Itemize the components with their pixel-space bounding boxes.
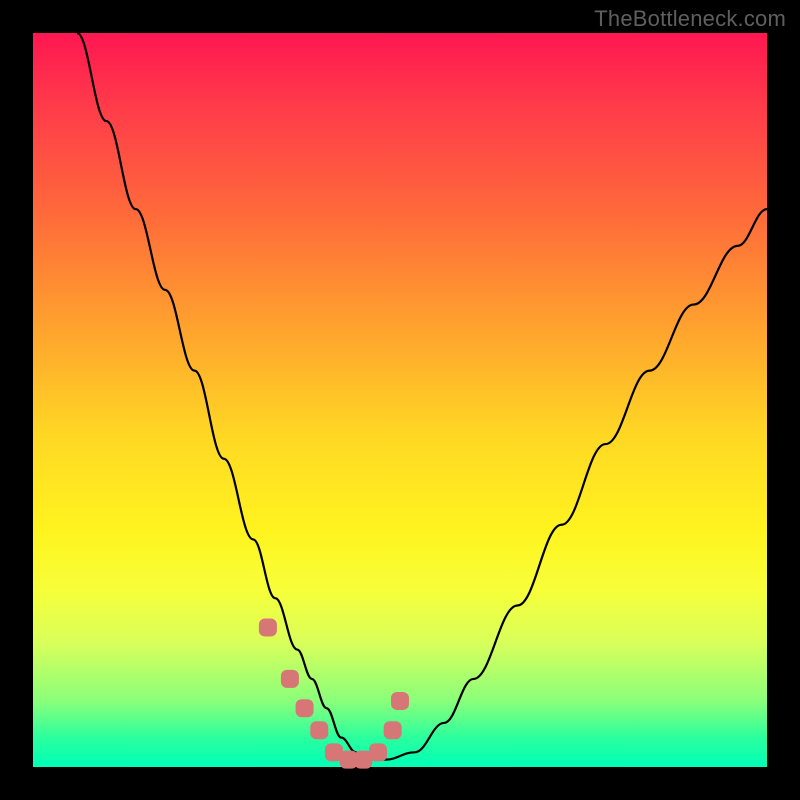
bottleneck-curve [77,33,767,760]
marker-dot [391,692,409,710]
bottleneck-curve-svg [33,33,767,767]
marker-dot [259,619,277,637]
watermark-text: TheBottleneck.com [594,6,786,32]
marker-dot [296,699,314,717]
marker-dot [281,670,299,688]
chart-plot-area [33,33,767,767]
marker-dots [259,619,409,769]
marker-dot [310,721,328,739]
marker-dot [369,743,387,761]
marker-dot [384,721,402,739]
